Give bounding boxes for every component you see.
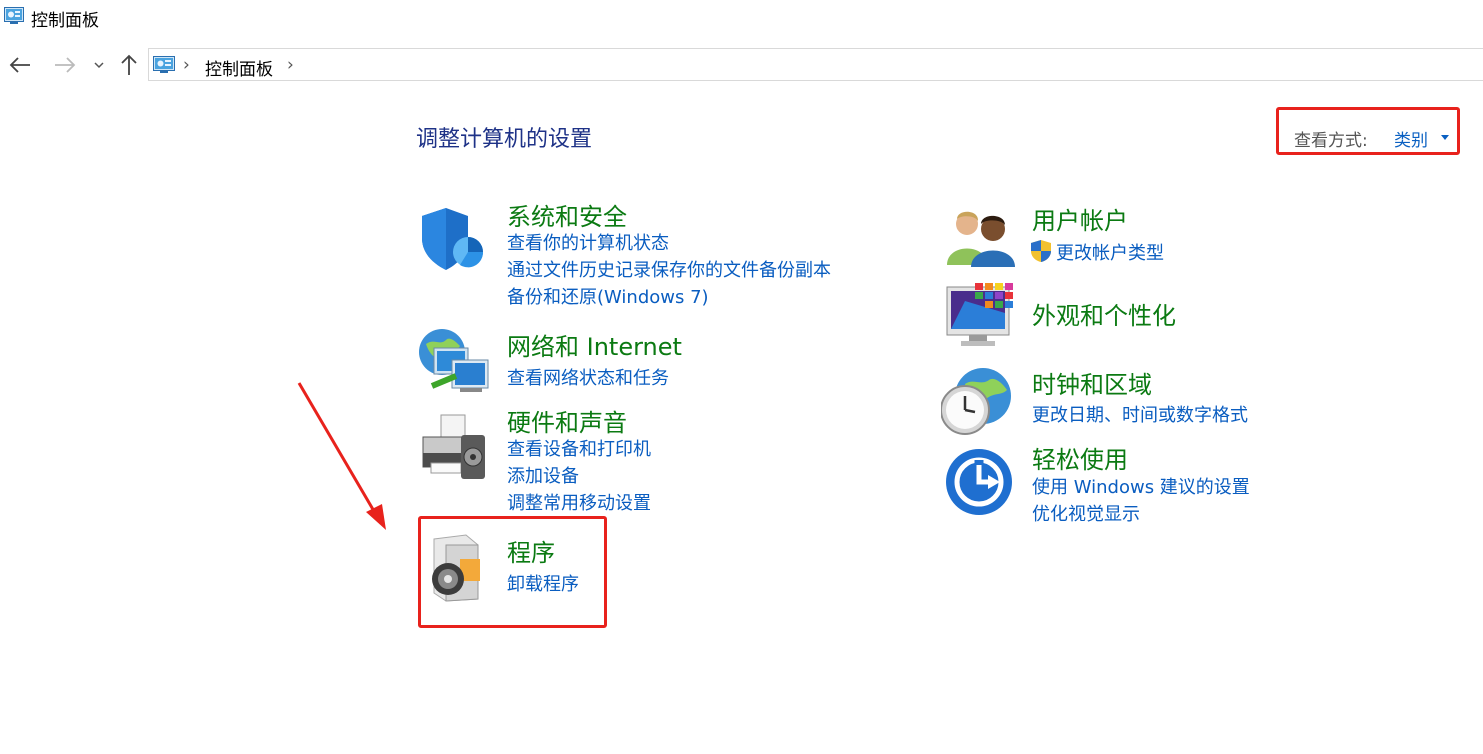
page-title: 调整计算机的设置 [416, 127, 593, 152]
breadcrumb-chevron-icon[interactable]: › [287, 55, 294, 75]
view-by-control: 查看方式: 类别 [1276, 107, 1460, 155]
clock-icon[interactable] [940, 366, 1013, 442]
uac-shield-icon [1030, 239, 1052, 267]
category-network-internet[interactable]: 网络和 Internet [507, 327, 682, 362]
back-button[interactable] [8, 53, 32, 77]
category-clock-region[interactable]: 时钟和区域 [1032, 365, 1152, 400]
printer-icon[interactable] [417, 413, 489, 485]
address-bar[interactable]: › 控制面板 › [148, 48, 1483, 81]
control-panel-icon [153, 56, 175, 74]
programs-icon[interactable] [426, 533, 488, 607]
link-network-status[interactable]: 查看网络状态和任务 [507, 364, 669, 390]
title-bar: 控制面板 [0, 0, 1483, 34]
dropdown-caret-icon[interactable] [1441, 135, 1449, 140]
link-mobility-settings[interactable]: 调整常用移动设置 [507, 489, 651, 515]
forward-button[interactable] [53, 53, 77, 77]
view-by-label: 查看方式: [1294, 131, 1368, 151]
breadcrumb-chevron-icon[interactable]: › [183, 55, 190, 75]
link-optimize-visual-display[interactable]: 优化视觉显示 [1032, 500, 1140, 526]
link-view-computer-status[interactable]: 查看你的计算机状态 [507, 229, 669, 255]
category-ease-of-access[interactable]: 轻松使用 [1032, 440, 1128, 475]
link-change-account-type[interactable]: 更改帐户类型 [1056, 239, 1164, 265]
breadcrumb-control-panel[interactable]: 控制面板 [205, 55, 273, 80]
annotation-arrow [297, 382, 386, 530]
category-appearance-personalization[interactable]: 外观和个性化 [1032, 296, 1176, 331]
category-user-accounts[interactable]: 用户帐户 [1032, 201, 1128, 236]
link-recommended-settings[interactable]: 使用 Windows 建议的设置 [1032, 473, 1250, 499]
category-programs[interactable]: 程序 [507, 533, 555, 568]
category-system-security[interactable]: 系统和安全 [507, 197, 627, 232]
up-button[interactable] [117, 53, 141, 77]
window-title: 控制面板 [31, 11, 99, 31]
monitor-icon[interactable] [945, 281, 1017, 355]
view-by-dropdown[interactable]: 类别 [1394, 126, 1428, 151]
link-add-device[interactable]: 添加设备 [507, 462, 579, 488]
shield-icon[interactable] [418, 204, 488, 278]
ease-of-access-icon[interactable] [944, 447, 1014, 521]
link-uninstall-program[interactable]: 卸载程序 [507, 570, 579, 596]
control-panel-icon [4, 7, 24, 25]
navigation-bar: › 控制面板 › [0, 44, 1483, 84]
network-icon[interactable] [416, 326, 492, 402]
link-backup-restore[interactable]: 备份和还原(Windows 7) [507, 283, 709, 309]
category-hardware-sound[interactable]: 硬件和声音 [507, 403, 627, 438]
recent-locations-chevron-down-icon[interactable] [87, 53, 111, 77]
link-devices-printers[interactable]: 查看设备和打印机 [507, 435, 651, 461]
users-icon[interactable] [945, 207, 1015, 271]
link-file-history-backup[interactable]: 通过文件历史记录保存你的文件备份副本 [507, 256, 831, 282]
link-change-date-time-format[interactable]: 更改日期、时间或数字格式 [1032, 401, 1248, 427]
